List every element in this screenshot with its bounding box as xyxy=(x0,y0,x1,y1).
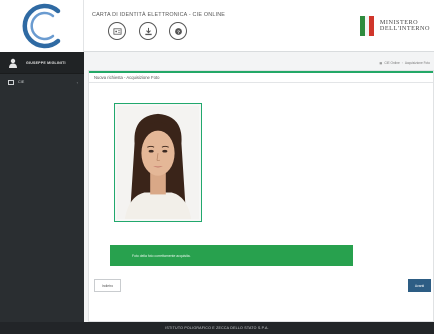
download-icon xyxy=(144,27,152,35)
card-icon xyxy=(8,79,14,85)
breadcrumb-item-cie-online[interactable]: CIE Online xyxy=(384,61,399,65)
user-icon xyxy=(9,58,17,68)
sidebar: GIUSEPPE MIGLINITI CIE ‹ xyxy=(0,52,84,322)
user-name: GIUSEPPE MIGLINITI xyxy=(26,60,66,65)
footer: ISTITUTO POLIGRAFICO E ZECCA DELLO STATO… xyxy=(0,322,434,334)
breadcrumb-separator: › xyxy=(401,61,403,65)
cie-logo[interactable] xyxy=(0,0,84,52)
back-button[interactable]: Indietro xyxy=(94,279,121,292)
cie-logo-icon xyxy=(22,3,61,49)
ministry-logo: MINISTERO DELL'INTERNO xyxy=(359,13,430,39)
help-icon: ? xyxy=(174,27,182,35)
next-button[interactable]: Avanti xyxy=(408,279,431,292)
sidebar-item-cie[interactable]: CIE ‹ xyxy=(0,74,84,90)
sidebar-item-label: CIE xyxy=(18,80,25,84)
photo-panel: Nuova richiesta - Acquisizione Foto Foto… xyxy=(88,70,434,322)
panel-title: Nuova richiesta - Acquisizione Foto xyxy=(89,71,433,83)
main-content: ▦ CIE Online › Acquisizione Foto Nuova r… xyxy=(84,52,434,322)
help-button[interactable]: ? xyxy=(169,22,187,40)
app-window: CARTA DI IDENTITÀ ELETTRONICA - CIE ONLI… xyxy=(0,0,434,334)
home-icon: ▦ xyxy=(379,61,383,65)
svg-text:?: ? xyxy=(176,29,179,35)
id-card-button[interactable] xyxy=(108,22,126,40)
user-profile[interactable]: GIUSEPPE MIGLINITI xyxy=(0,52,84,74)
portrait-image xyxy=(117,106,199,219)
ministry-name: MINISTERO DELL'INTERNO xyxy=(379,19,430,33)
top-header: CARTA DI IDENTITÀ ELETTRONICA - CIE ONLI… xyxy=(0,0,434,52)
app-title: CARTA DI IDENTITÀ ELETTRONICA - CIE ONLI… xyxy=(92,12,226,18)
breadcrumb-item-current: Acquisizione Foto xyxy=(404,61,430,65)
id-card-icon xyxy=(112,27,122,35)
breadcrumb: ▦ CIE Online › Acquisizione Foto xyxy=(84,58,434,68)
success-alert: Foto della foto correttamente acquisita. xyxy=(110,245,353,266)
download-button[interactable] xyxy=(139,22,157,40)
italian-flag-icon xyxy=(359,16,374,36)
acquired-photo xyxy=(114,103,202,222)
chevron-left-icon: ‹ xyxy=(76,79,78,85)
ministry-line2: DELL'INTERNO xyxy=(379,25,430,32)
